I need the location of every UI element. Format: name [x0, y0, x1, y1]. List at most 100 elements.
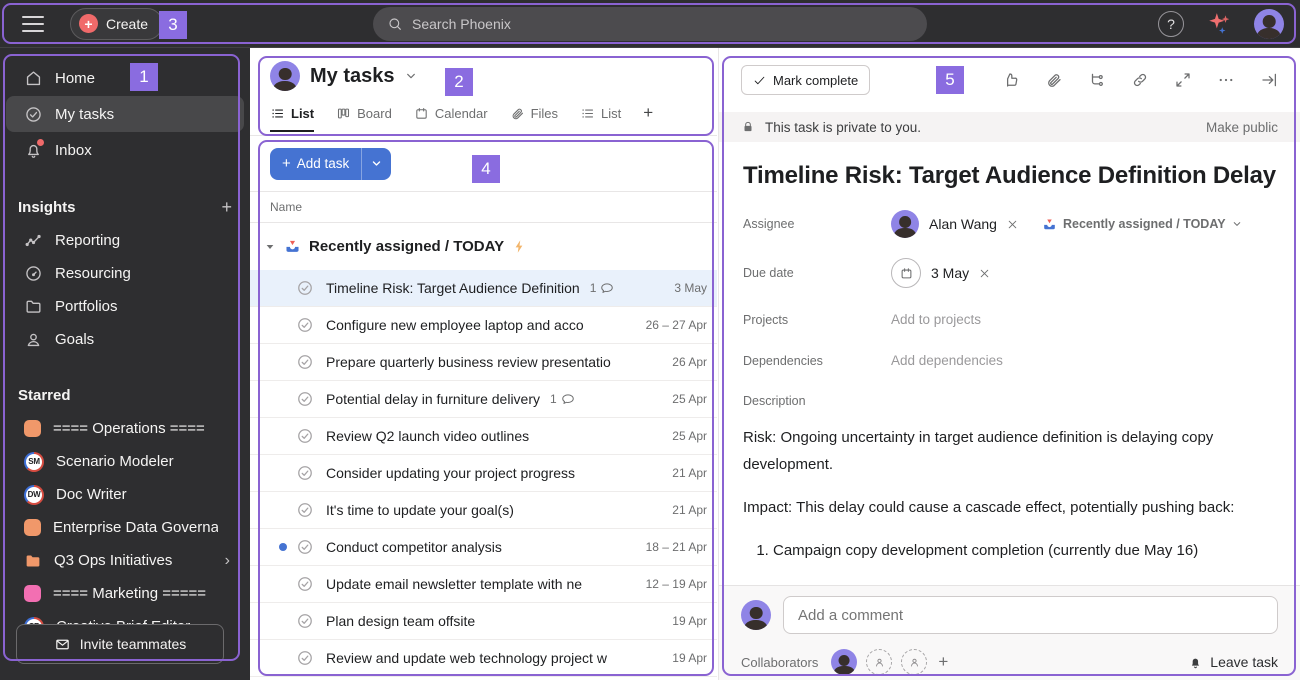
chevron-right-icon[interactable]: › — [225, 552, 230, 570]
task-row[interactable]: Potential delay in furniture delivery 1 … — [250, 381, 717, 418]
project-color-square — [24, 519, 41, 536]
collaborators-label: Collaborators — [741, 654, 819, 670]
tab-list-2[interactable]: List — [580, 106, 621, 132]
add-tab-button[interactable]: + — [643, 103, 653, 134]
task-row[interactable]: Review and update web technology project… — [250, 640, 717, 677]
paperclip-icon — [512, 108, 523, 119]
sidebar-item-doc-writer[interactable]: DW Doc Writer — [6, 478, 244, 511]
attach-icon[interactable] — [1045, 71, 1063, 89]
mark-complete-button[interactable]: Mark complete — [741, 65, 871, 95]
privacy-banner: This task is private to you. Make public — [719, 112, 1300, 142]
check-circle-icon[interactable] — [296, 538, 314, 556]
check-circle-icon[interactable] — [296, 353, 314, 371]
tab-list[interactable]: List — [270, 106, 315, 132]
check-circle-icon[interactable] — [296, 612, 314, 630]
leave-task-button[interactable]: Leave task — [1188, 654, 1278, 670]
add-collaborator-button[interactable]: + — [938, 652, 948, 672]
tab-board[interactable]: Board — [336, 106, 392, 132]
add-collaborator-slot[interactable] — [901, 649, 928, 675]
check-circle-icon[interactable] — [296, 279, 314, 297]
calendar-icon — [416, 107, 427, 119]
description-text[interactable]: Risk: Ongoing uncertainty in target audi… — [743, 424, 1276, 564]
task-section-dropdown[interactable]: Recently assigned / TODAY — [1042, 217, 1242, 232]
due-date: 25 Apr — [672, 392, 707, 406]
hamburger-menu-icon[interactable] — [22, 15, 44, 32]
task-row[interactable]: Conduct competitor analysis 18 – 21 Apr — [250, 529, 717, 566]
add-task-dropdown[interactable] — [361, 147, 391, 180]
bolt-icon — [515, 240, 523, 253]
user-avatar[interactable] — [1254, 8, 1284, 39]
sidebar-item-goals[interactable]: Goals — [6, 323, 244, 356]
add-collaborator-slot[interactable] — [866, 649, 893, 675]
task-row[interactable]: It's time to update your goal(s) 21 Apr — [250, 492, 717, 529]
sidebar-item-inbox[interactable]: Inbox — [6, 132, 244, 168]
task-row[interactable]: Timeline Risk: Target Audience Definitio… — [250, 270, 717, 307]
check-circle-icon[interactable] — [296, 575, 314, 593]
sidebar-section-starred: Starred — [18, 386, 71, 404]
create-button[interactable]: + Create — [70, 7, 164, 40]
folder-filled-icon — [26, 555, 40, 566]
task-row[interactable]: Review Q2 launch video outlines 25 Apr — [250, 418, 717, 455]
link-icon[interactable] — [1131, 71, 1149, 89]
task-row[interactable]: Prepare quarterly business review presen… — [250, 344, 717, 381]
check-circle-icon[interactable] — [296, 316, 314, 334]
sidebar-item-scenario-modeler[interactable]: SM Scenario Modeler — [6, 445, 244, 478]
subtask-icon[interactable] — [1088, 71, 1106, 89]
tab-files[interactable]: Files — [510, 106, 558, 132]
sidebar-item-operations[interactable]: ==== Operations ==== — [6, 412, 244, 445]
unread-dot — [279, 543, 287, 551]
task-row[interactable]: Configure new employee laptop and acco 2… — [250, 307, 717, 344]
due-date: 26 – 27 Apr — [645, 318, 707, 332]
check-circle-icon[interactable] — [296, 501, 314, 519]
add-task-button[interactable]: + Add task — [270, 147, 392, 180]
sidebar-item-my-tasks[interactable]: My tasks — [6, 96, 244, 132]
tab-calendar[interactable]: Calendar — [414, 106, 488, 132]
check-circle-icon[interactable] — [296, 390, 314, 408]
due-date: 19 Apr — [672, 614, 707, 628]
comment-input[interactable] — [783, 596, 1278, 634]
add-to-projects-button[interactable]: Add to projects — [891, 312, 981, 327]
invite-teammates-button[interactable]: Invite teammates — [16, 624, 224, 664]
search-input[interactable]: Search Phoenix — [373, 7, 927, 41]
assignee-avatar[interactable] — [891, 210, 919, 238]
sidebar-item-resourcing[interactable]: Resourcing — [6, 257, 244, 290]
task-row[interactable]: Plan design team offsite 19 Apr — [250, 603, 717, 640]
sidebar-item-portfolios[interactable]: Portfolios — [6, 290, 244, 323]
more-options-icon[interactable] — [1217, 71, 1235, 89]
assignee-name[interactable]: Alan Wang — [929, 216, 997, 232]
calendar-circle-icon[interactable] — [891, 258, 921, 288]
check-circle-icon[interactable] — [296, 649, 314, 667]
help-button[interactable]: ? — [1158, 10, 1184, 37]
chevron-down-icon — [1233, 222, 1240, 226]
task-row[interactable]: Update email newsletter template with ne… — [250, 566, 717, 603]
remove-assignee-icon[interactable] — [1007, 219, 1018, 230]
task-row[interactable]: Consider updating your project progress … — [250, 455, 717, 492]
project-color-square — [24, 585, 41, 602]
check-circle-icon[interactable] — [296, 427, 314, 445]
sidebar-item-reporting[interactable]: Reporting — [6, 224, 244, 257]
caret-down-icon[interactable] — [264, 241, 276, 253]
sidebar-item-q3-ops[interactable]: Q3 Ops Initiatives › — [6, 544, 244, 577]
remove-due-date-icon[interactable] — [979, 268, 990, 279]
section-header-recently-assigned[interactable]: Recently assigned / TODAY — [250, 223, 717, 270]
collapse-panel-icon[interactable] — [1260, 71, 1278, 89]
collaborator-avatar[interactable] — [831, 649, 858, 675]
app-badge-icon: SM — [24, 451, 44, 472]
add-dependencies-button[interactable]: Add dependencies — [891, 353, 1003, 368]
make-public-button[interactable]: Make public — [1206, 120, 1278, 135]
due-date: 21 Apr — [672, 503, 707, 517]
check-circle-icon[interactable] — [296, 464, 314, 482]
sidebar-item-home[interactable]: Home — [6, 60, 244, 96]
sidebar-item-marketing[interactable]: ==== Marketing ===== — [6, 577, 244, 610]
plus-icon: + — [79, 14, 98, 33]
like-icon[interactable] — [1002, 71, 1020, 89]
add-insight-button[interactable]: + — [221, 197, 232, 218]
task-title[interactable]: Timeline Risk: Target Audience Definitio… — [743, 162, 1276, 190]
chevron-down-icon[interactable] — [405, 70, 417, 82]
sidebar-item-label: Doc Writer — [56, 486, 127, 503]
expand-icon[interactable] — [1174, 71, 1192, 89]
check-icon — [754, 76, 765, 84]
sidebar-item-enterprise-data[interactable]: Enterprise Data Governa... — [6, 511, 244, 544]
ai-sparkles-icon[interactable] — [1206, 11, 1232, 37]
due-date-value[interactable]: 3 May — [931, 265, 969, 281]
